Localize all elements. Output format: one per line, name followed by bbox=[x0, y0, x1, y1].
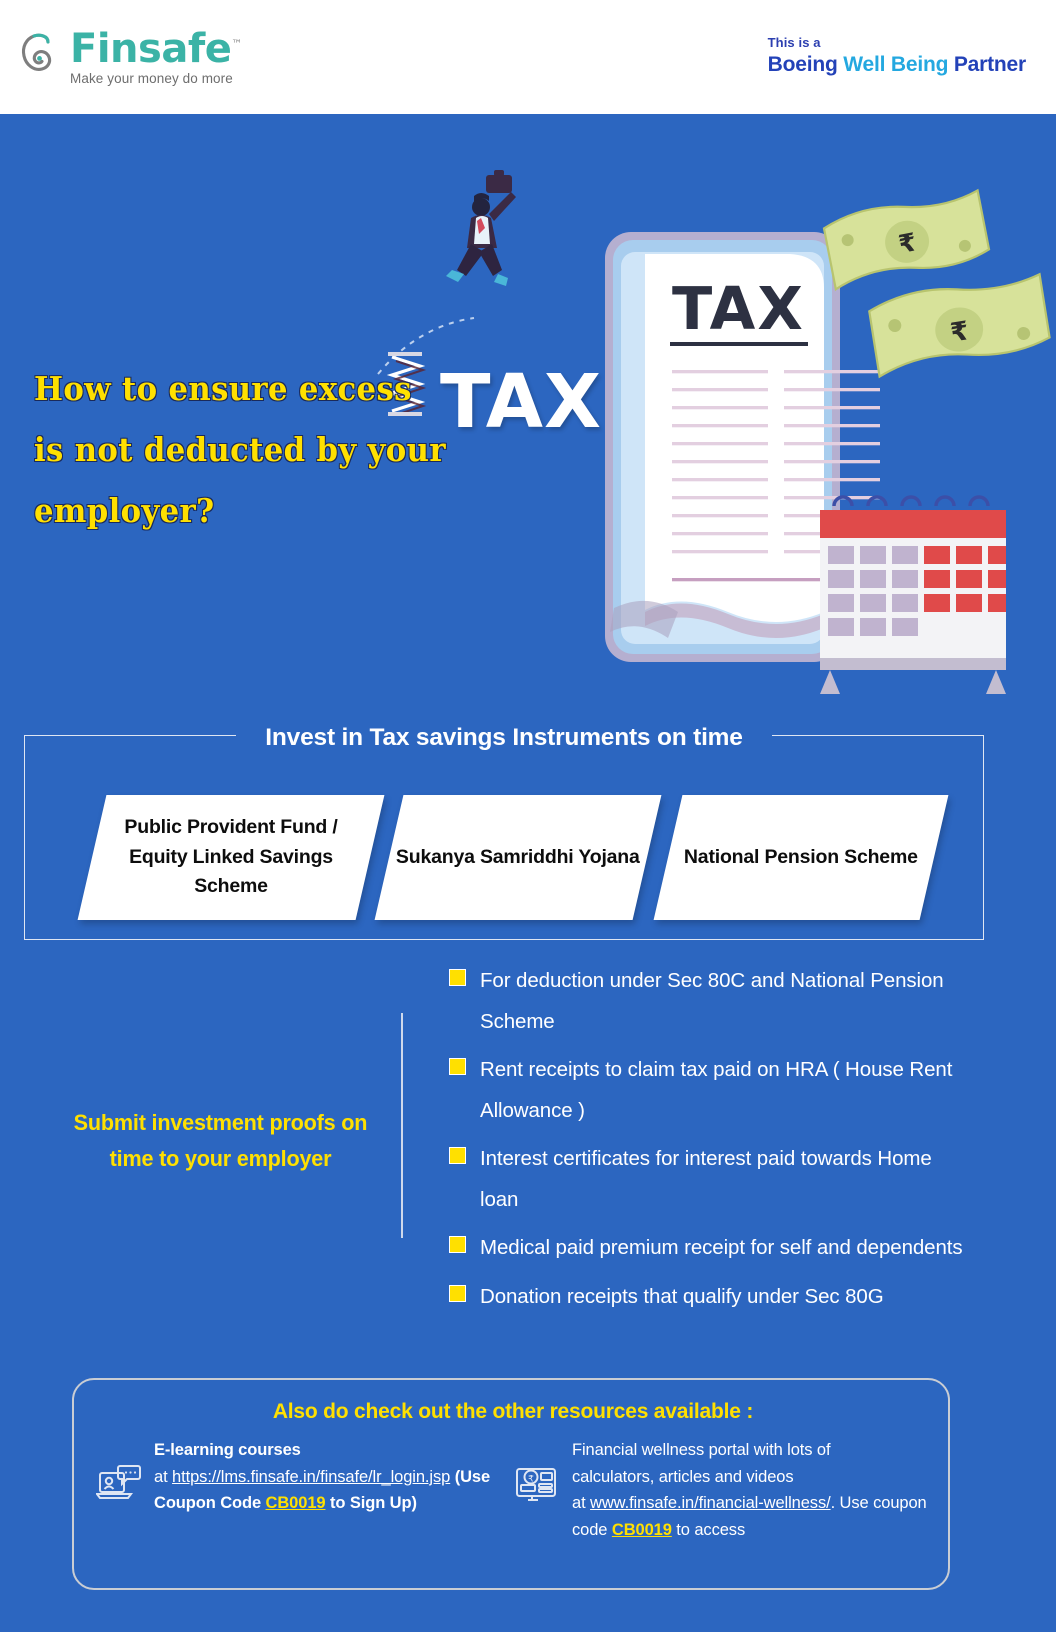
financial-portal-monitor-icon: ₹ bbox=[514, 1461, 560, 1507]
svg-text:₹: ₹ bbox=[528, 1475, 534, 1485]
list-item-label: Medical paid premium receipt for self an… bbox=[480, 1236, 963, 1260]
checkbox-bullet-icon bbox=[449, 1236, 466, 1254]
proofs-heading: Submit investment proofs on time to your… bbox=[73, 1110, 368, 1171]
list-item-label: Rent receipts to claim tax paid on HRA (… bbox=[480, 1058, 953, 1122]
logo-name-text: Finsafe bbox=[70, 25, 232, 72]
portal-url[interactable]: www.finsafe.in/financial-wellness/ bbox=[590, 1494, 831, 1512]
instrument-card[interactable]: National Pension Scheme bbox=[653, 795, 949, 920]
logo-tagline: Make your money do more bbox=[70, 70, 233, 86]
instrument-card-label: Sukanya Samriddhi Yojana bbox=[396, 845, 640, 868]
elearning-label: E-learning courses bbox=[154, 1441, 301, 1459]
elearning-prefix: at bbox=[154, 1467, 173, 1486]
finsafe-spiral-logo-icon bbox=[18, 31, 62, 83]
checkbox-bullet-icon bbox=[449, 969, 466, 986]
proofs-bullet-list: For deduction under Sec 80C and National… bbox=[449, 961, 969, 1326]
hero-tax-word: TAX bbox=[440, 359, 603, 445]
instrument-card-label: National Pension Scheme bbox=[684, 845, 918, 868]
partner-small-line: This is a bbox=[767, 35, 821, 51]
portal-text: Financial wellness portal with lots of c… bbox=[572, 1437, 952, 1587]
resource-item-elearning: E-learning courses at https://lms.finsaf… bbox=[74, 1437, 504, 1587]
list-item: Donation receipts that qualify under Sec… bbox=[449, 1277, 969, 1318]
list-item: Medical paid premium receipt for self an… bbox=[449, 1228, 969, 1269]
hero-section: TAX ₹ ₹ How to ensure excess is not dedu… bbox=[0, 114, 1056, 724]
finsafe-logo[interactable]: Finsafe™ Make your money do more bbox=[18, 29, 242, 86]
resource-item-portal: ₹ Financial wellness portal with lots of… bbox=[504, 1437, 952, 1587]
instrument-card[interactable]: Sukanya Samriddhi Yojana bbox=[374, 795, 662, 920]
portal-coupon-code[interactable]: CB0019 bbox=[612, 1521, 672, 1539]
partner-word-boeing: Boeing bbox=[767, 53, 838, 77]
elearning-laptop-icon bbox=[95, 1461, 142, 1507]
svg-text:TAX: TAX bbox=[672, 274, 805, 343]
checkbox-bullet-icon bbox=[449, 1058, 466, 1076]
list-item: For deduction under Sec 80C and National… bbox=[449, 961, 969, 1042]
elearning-suffix: to Sign Up) bbox=[325, 1494, 417, 1513]
proofs-section: Submit investment proofs on time to your… bbox=[0, 955, 1056, 1355]
checkbox-bullet-icon bbox=[449, 1147, 466, 1165]
list-item-label: Interest certificates for interest paid … bbox=[480, 1147, 932, 1211]
resources-title: Also do check out the other resources av… bbox=[272, 1400, 754, 1423]
page-header: Finsafe™ Make your money do more This is… bbox=[0, 0, 1056, 114]
headline-line-1: How to ensure excess bbox=[34, 369, 412, 408]
instrument-card-label: Public Provident Fund / Equity Linked Sa… bbox=[124, 816, 338, 898]
elearning-coupon-code[interactable]: CB0019 bbox=[266, 1494, 326, 1512]
boeing-partner-badge: This is a Boeing Well Being Partner bbox=[767, 35, 1027, 77]
list-item-label: For deduction under Sec 80C and National… bbox=[480, 969, 944, 1033]
list-item: Interest certificates for interest paid … bbox=[449, 1139, 969, 1220]
portal-line-1: Financial wellness portal with lots of bbox=[572, 1441, 831, 1459]
instruments-card-list: Public Provident Fund / Equity Linked Sa… bbox=[24, 795, 984, 920]
elearning-text: E-learning courses at https://lms.finsaf… bbox=[154, 1437, 504, 1587]
elearning-url[interactable]: https://lms.finsafe.in/finsafe/lr_login.… bbox=[172, 1468, 450, 1486]
resources-box: Also do check out the other resources av… bbox=[72, 1378, 950, 1590]
portal-line-2: calculators, articles and videos bbox=[572, 1467, 794, 1486]
portal-suffix: to access bbox=[671, 1521, 746, 1540]
partner-word-partner: Partner bbox=[953, 53, 1026, 77]
checkbox-bullet-icon bbox=[449, 1285, 466, 1303]
partner-word-wellbeing: Well Being bbox=[843, 53, 949, 77]
instruments-title: Invest in Tax savings Instruments on tim… bbox=[265, 724, 743, 751]
list-item: Rent receipts to claim tax paid on HRA (… bbox=[449, 1050, 969, 1131]
list-item-label: Donation receipts that qualify under Sec… bbox=[480, 1285, 884, 1309]
portal-prefix: at bbox=[572, 1494, 591, 1513]
instrument-card[interactable]: Public Provident Fund / Equity Linked Sa… bbox=[77, 795, 385, 920]
proofs-divider bbox=[401, 1013, 403, 1238]
logo-trademark: ™ bbox=[231, 37, 242, 51]
